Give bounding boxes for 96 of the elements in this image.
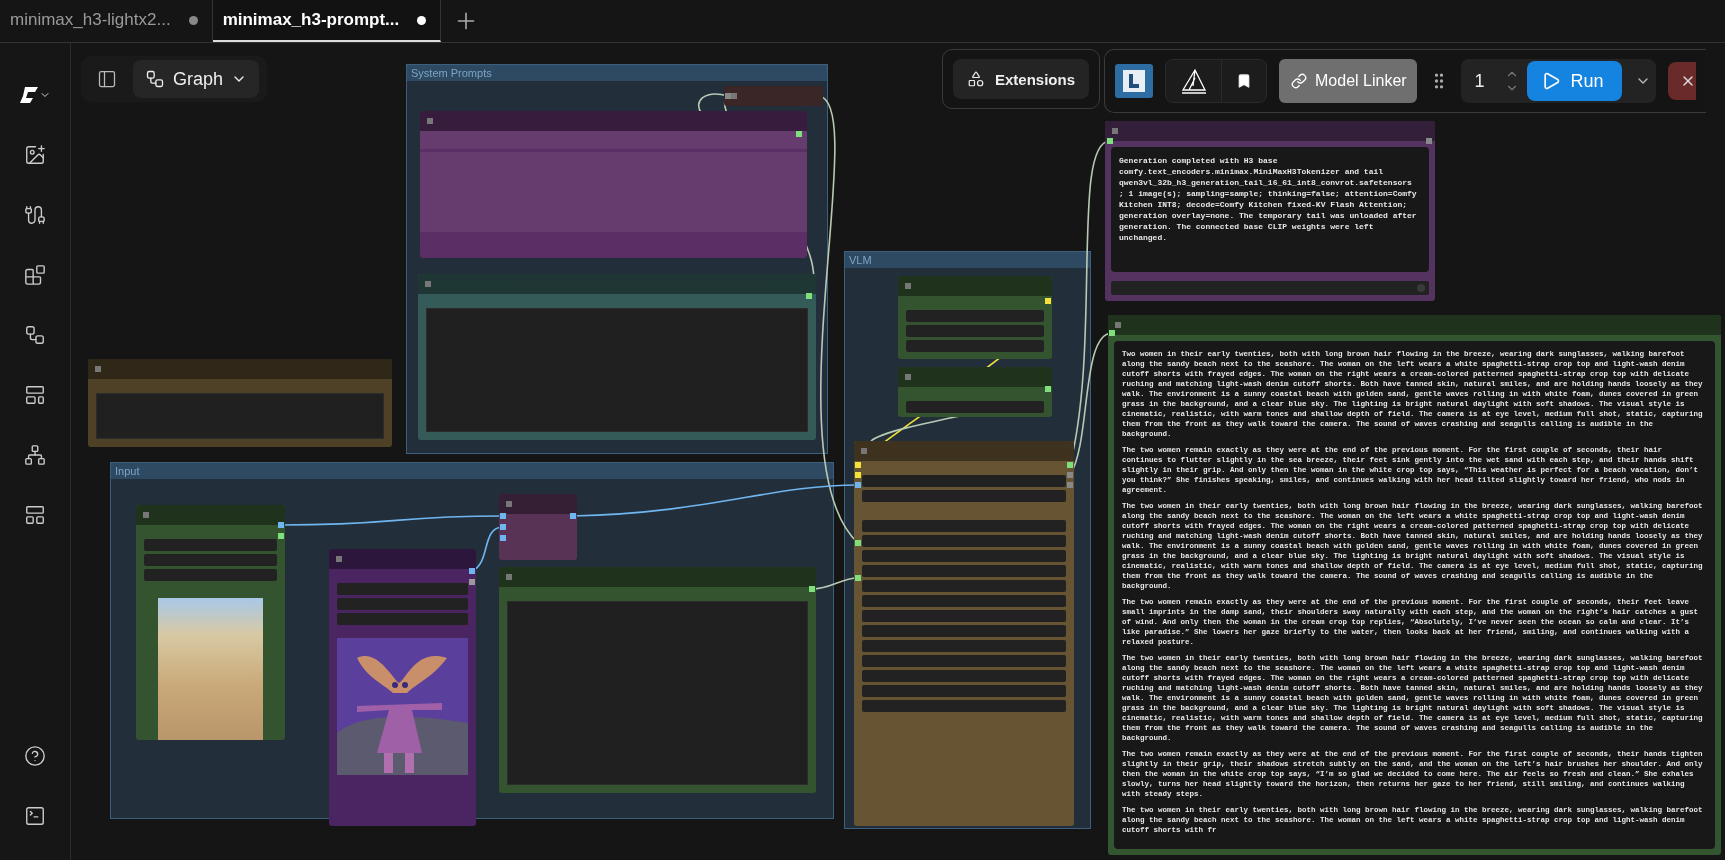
node-widget[interactable] — [862, 610, 1066, 622]
node-widget[interactable] — [862, 595, 1066, 607]
node-widget[interactable] — [862, 640, 1066, 652]
cable-icon[interactable] — [24, 204, 46, 226]
panel-icon — [97, 69, 117, 89]
graph-node[interactable] — [854, 441, 1074, 826]
node-socket[interactable] — [1045, 298, 1051, 304]
collapse-toggle[interactable] — [905, 374, 911, 380]
extensions-button[interactable]: Extensions — [953, 59, 1090, 99]
node-widget[interactable] — [862, 685, 1066, 697]
template-icon[interactable] — [24, 384, 46, 406]
node-socket[interactable] — [570, 513, 576, 519]
layout-icon[interactable] — [24, 504, 46, 526]
node-widget[interactable] — [906, 325, 1044, 337]
group-title: Input — [111, 463, 833, 479]
link-icon — [1291, 73, 1307, 89]
node-widget[interactable] — [1111, 281, 1429, 295]
batch-count-field[interactable]: 1 — [1474, 70, 1497, 92]
node-widget[interactable] — [862, 670, 1066, 682]
graph-node[interactable] — [329, 549, 476, 826]
text-area[interactable] — [96, 393, 384, 439]
logo-icon[interactable] — [1115, 64, 1153, 98]
collapse-toggle[interactable] — [143, 512, 149, 518]
collapse-toggle[interactable] — [1112, 128, 1118, 134]
collapse-toggle[interactable] — [731, 93, 737, 99]
node-socket[interactable] — [1107, 138, 1113, 144]
node-widget[interactable] — [906, 401, 1044, 413]
workflow-icon — [145, 69, 165, 89]
node-widget[interactable] — [862, 565, 1066, 577]
graph-node[interactable] — [898, 276, 1052, 359]
help-icon[interactable] — [24, 745, 46, 767]
logo-icon — [19, 85, 39, 105]
collapse-toggle[interactable] — [506, 574, 512, 580]
group-title: System Prompts — [407, 65, 827, 81]
blocks-icon[interactable] — [24, 264, 46, 286]
collapse-toggle[interactable] — [506, 501, 512, 507]
graph-node[interactable] — [420, 111, 807, 258]
node-widget[interactable] — [862, 625, 1066, 637]
graph-node[interactable] — [1105, 121, 1435, 301]
collapse-toggle[interactable] — [427, 118, 433, 124]
collapse-toggle[interactable] — [425, 281, 431, 287]
node-socket[interactable] — [855, 540, 861, 546]
collapse-toggle[interactable] — [95, 366, 101, 372]
node-socket[interactable] — [809, 586, 815, 592]
collapse-toggle[interactable] — [1115, 322, 1121, 328]
node-socket[interactable] — [855, 575, 861, 581]
node-socket[interactable] — [806, 293, 812, 299]
node-widget[interactable] — [420, 152, 807, 232]
run-button[interactable]: Run — [1526, 61, 1622, 101]
graph-node[interactable] — [898, 367, 1052, 417]
model-linker-button[interactable]: Model Linker — [1279, 59, 1417, 103]
graph-mode-button[interactable]: Graph — [133, 60, 260, 98]
node-widget[interactable] — [862, 580, 1066, 592]
node-socket[interactable] — [1045, 386, 1051, 392]
hierarchy-icon[interactable] — [24, 444, 46, 466]
node-widget[interactable] — [862, 490, 1066, 502]
text-output: Generation completed with H3 base comfy.text_encoders.minimax.MiniMaxH3Tokenizer and tail qwen3vl_32b_h3_generation_tail_16_61_int8_convrot.safetensors ; 1 image(s); sampling=sample; thinking=false; attention=Comfy Kitchen INT8; decode=Comfy Kitchen fixed-KV Flash Attention; generation overlay=none. The temporary tail was unloaded after generation. The connected base CLIP weights were left unchanged. — [1111, 147, 1429, 272]
graph-node[interactable] — [418, 274, 816, 440]
shapes-icon — [967, 70, 985, 88]
node-widget[interactable] — [862, 475, 1066, 487]
node-widget[interactable] — [337, 598, 468, 610]
workflow-tab[interactable]: minimax_h3-lightx2... — [0, 0, 213, 42]
collapse-toggle[interactable] — [336, 556, 342, 562]
text-area[interactable] — [507, 601, 808, 785]
node-widget[interactable] — [906, 340, 1044, 352]
node-widget[interactable] — [144, 539, 277, 551]
node-widget[interactable] — [144, 569, 277, 581]
node-widget[interactable] — [420, 131, 807, 149]
node-widget[interactable] — [144, 554, 277, 566]
node-widget[interactable] — [862, 535, 1066, 547]
node-socket[interactable] — [1109, 330, 1115, 336]
node-widget[interactable] — [862, 700, 1066, 712]
workflow-icon[interactable] — [24, 324, 46, 346]
node-socket[interactable] — [725, 93, 731, 99]
node-widget[interactable] — [862, 655, 1066, 667]
graph-node[interactable] — [88, 359, 392, 447]
group-title: VLM — [845, 252, 1090, 268]
terminal-icon[interactable] — [24, 805, 46, 827]
node-widget[interactable] — [906, 310, 1044, 322]
node-widget[interactable] — [337, 583, 468, 595]
node-socket[interactable] — [1426, 138, 1432, 144]
knob-icon — [1417, 284, 1425, 292]
node-widget[interactable] — [862, 550, 1066, 562]
text-area[interactable] — [426, 308, 808, 432]
stop-button[interactable] — [1667, 62, 1696, 100]
collapse-toggle[interactable] — [905, 283, 911, 289]
workflow-tab[interactable]: minimax_h3-prompt... — [212, 0, 442, 42]
image-icon[interactable] — [24, 144, 46, 166]
graph-node[interactable] — [499, 494, 577, 560]
bookmark-icon — [1236, 73, 1252, 89]
node-socket[interactable] — [796, 131, 802, 137]
graph-node[interactable] — [499, 567, 816, 793]
collapse-toggle[interactable] — [861, 448, 867, 454]
node-widget[interactable] — [337, 613, 468, 625]
graph-node[interactable] — [136, 505, 285, 740]
node-widget[interactable] — [862, 520, 1066, 532]
